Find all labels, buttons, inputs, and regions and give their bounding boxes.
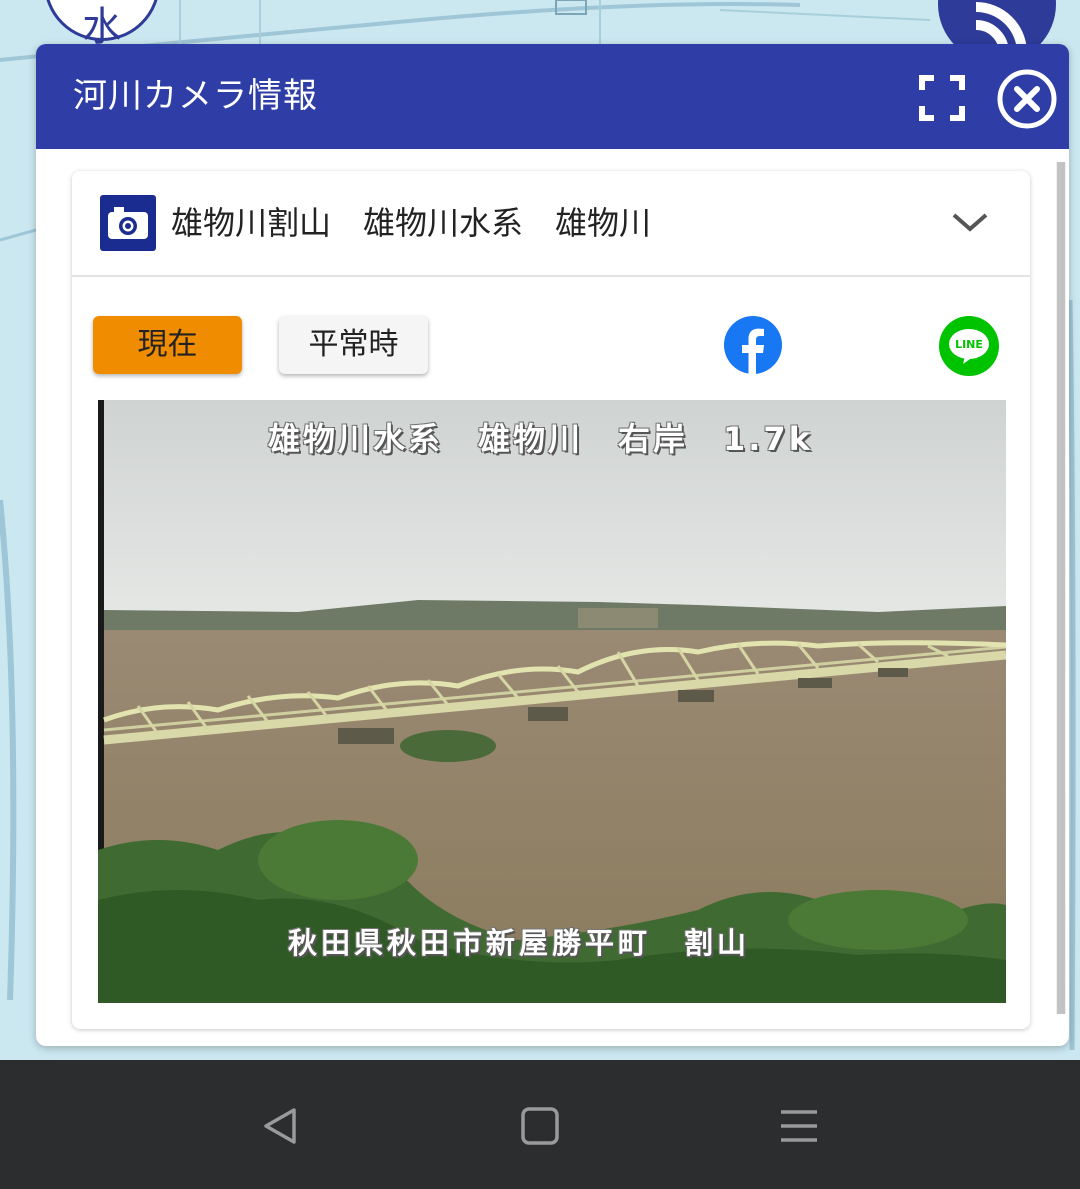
system-nav-bar	[0, 1060, 1080, 1189]
river-scene	[98, 400, 1006, 1003]
camera-icon	[100, 195, 156, 251]
close-button[interactable]	[996, 68, 1058, 130]
panel-title: 河川カメラ情報	[73, 76, 318, 116]
camera-bottom-caption: 秋田県秋田市新屋勝平町 割山	[288, 926, 751, 960]
fullscreen-button[interactable]	[918, 74, 966, 122]
card-header[interactable]: 雄物川割山 雄物川水系 雄物川	[72, 171, 1030, 277]
line-icon: LINE	[939, 316, 999, 376]
camera-card: 雄物川割山 雄物川水系 雄物川 現在 平常時 LINE 雄物川水系 雄物川 右岸…	[72, 171, 1030, 1029]
line-label: LINE	[955, 338, 983, 351]
current-tab-button[interactable]: 現在	[93, 316, 242, 374]
back-triangle-icon[interactable]	[258, 1104, 302, 1148]
chevron-down-icon[interactable]	[950, 207, 990, 237]
scrollbar-thumb[interactable]	[1057, 162, 1065, 1014]
river-camera-image: 雄物川水系 雄物川 右岸 1.7k 秋田県秋田市新屋勝平町 割山	[98, 400, 1006, 1003]
river-camera-panel: 河川カメラ情報 雄物川割山 雄物川水系 雄物川 現在 平常時 LINE 雄物川水…	[36, 44, 1069, 1046]
home-square-icon[interactable]	[518, 1104, 562, 1148]
facebook-share-button[interactable]	[724, 316, 782, 374]
normal-time-tab-button[interactable]: 平常時	[279, 316, 428, 374]
fullscreen-icon	[919, 75, 965, 121]
close-icon	[997, 69, 1057, 129]
camera-top-caption: 雄物川水系 雄物川 右岸 1.7k	[268, 420, 813, 458]
menu-lines-icon[interactable]	[777, 1104, 821, 1148]
panel-header: 河川カメラ情報	[36, 44, 1069, 149]
line-share-button[interactable]: LINE	[939, 316, 999, 376]
facebook-icon	[724, 316, 782, 374]
card-title: 雄物川割山 雄物川水系 雄物川	[171, 204, 652, 242]
